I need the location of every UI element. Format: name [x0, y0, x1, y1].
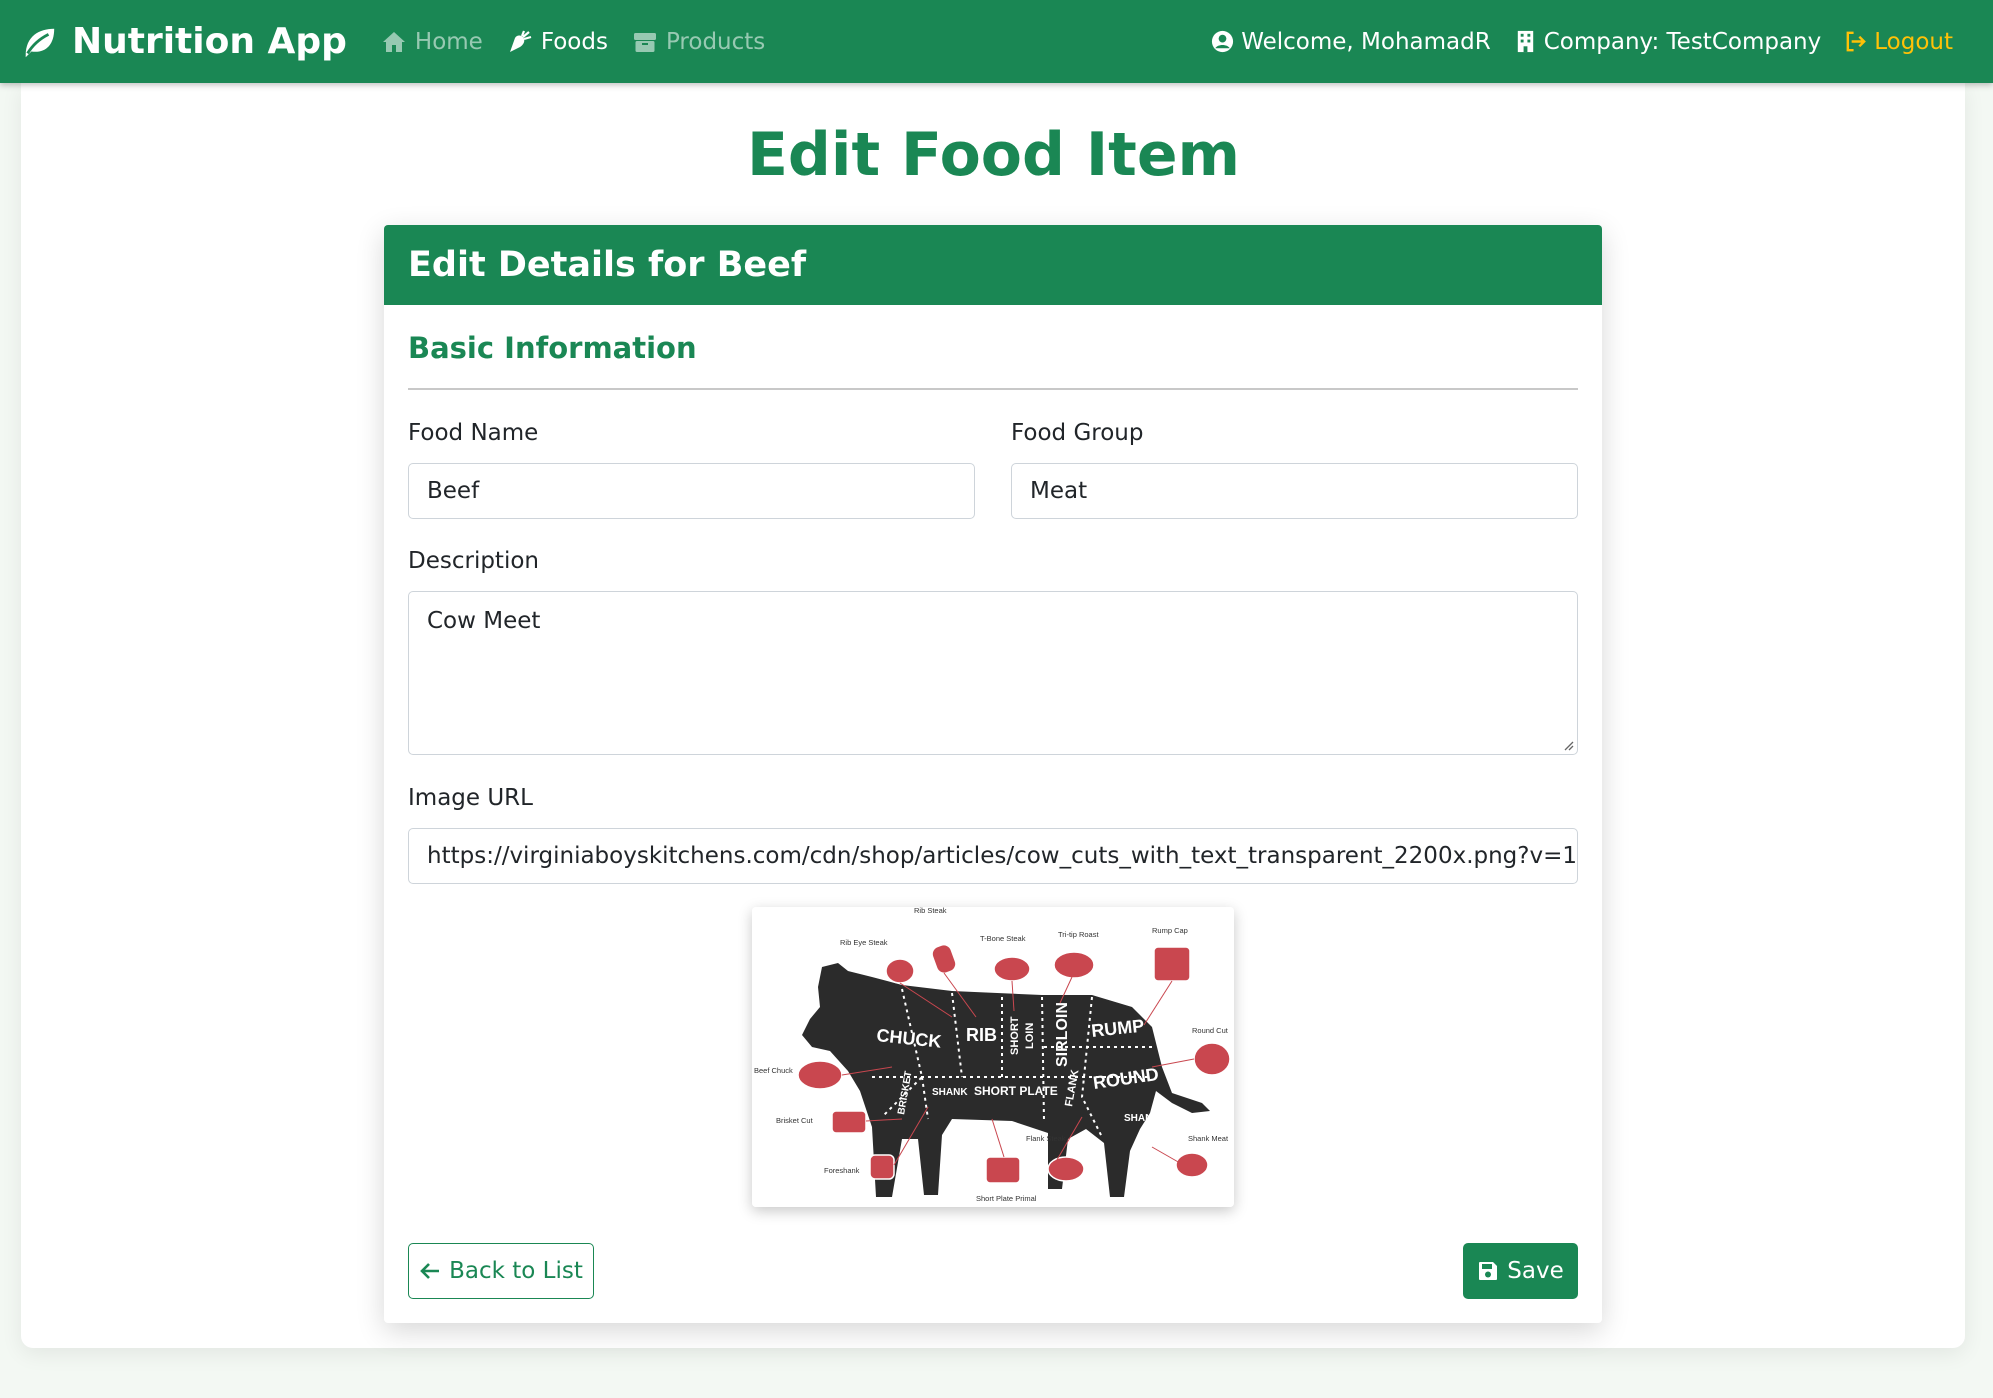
callout-beef-chuck: Beef Chuck [754, 1066, 793, 1075]
back-to-list-button[interactable]: Back to List [408, 1243, 594, 1299]
logout-link[interactable]: Logout [1843, 29, 1953, 55]
page-title: Edit Food Item [746, 120, 1241, 190]
callout-short-plate-primal: Short Plate Primal [976, 1194, 1037, 1203]
callout-foreshank: Foreshank [824, 1166, 860, 1175]
image-url-label: Image URL [408, 785, 533, 811]
food-group-label: Food Group [1011, 420, 1144, 446]
building-icon [1517, 30, 1533, 53]
callout-rib-eye-steak: Rib Eye Steak [840, 938, 888, 947]
cow-cuts-diagram: CHUCK RIB SHORT LOIN SIRLOIN RUMP ROUND … [752, 907, 1234, 1207]
welcome-user: Welcome, MohamadR [1210, 29, 1491, 55]
callout-round-cut: Round Cut [1192, 1026, 1229, 1035]
region-sirloin: SIRLOIN [1054, 1002, 1071, 1067]
food-name-input[interactable]: Beef [408, 463, 975, 519]
carrot-icon [509, 30, 532, 52]
region-rib: RIB [966, 1025, 997, 1045]
company-info: Company: TestCompany [1513, 28, 1822, 55]
save-label: Save [1507, 1258, 1564, 1284]
image-url-input[interactable]: https://virginiaboyskitchens.com/cdn/sho… [408, 828, 1578, 884]
user-circle-icon [1212, 30, 1234, 53]
brand-label: Nutrition App [72, 21, 347, 62]
callout-rib-steak: Rib Steak [914, 907, 947, 915]
callout-brisket-cut: Brisket Cut [776, 1116, 814, 1125]
home-icon [382, 31, 405, 52]
edit-form-card: Edit Details for Beef Basic Information … [384, 225, 1602, 1323]
region-short-plate: SHORT PLATE [974, 1084, 1058, 1098]
food-name-label: Food Name [408, 420, 539, 446]
box-icon [633, 32, 656, 52]
back-to-list-label: Back to List [449, 1258, 583, 1284]
logout-label: Logout [1874, 28, 1953, 55]
callout-shank-meat: Shank Meat [1188, 1134, 1229, 1143]
nav-products-label: Products [665, 28, 766, 55]
nav-foods-label: Foods [540, 28, 608, 55]
region-shank-front: SHANK [932, 1087, 968, 1098]
welcome-label: Welcome, MohamadR [1241, 28, 1491, 55]
callout-t-bone-steak: T-Bone Steak [980, 934, 1026, 943]
resize-grip-icon[interactable] [1562, 739, 1574, 751]
image-preview: CHUCK RIB SHORT LOIN SIRLOIN RUMP ROUND … [752, 907, 1234, 1207]
nav-home-label: Home [414, 28, 483, 55]
description-label: Description [408, 548, 539, 574]
nav-foods[interactable]: Foods [507, 29, 608, 55]
callout-tri-tip-roast: Tri-tip Roast [1058, 930, 1099, 939]
save-button[interactable]: Save [1463, 1243, 1578, 1299]
nav-home[interactable]: Home [381, 29, 483, 55]
region-short: SHORT [1009, 1016, 1021, 1055]
callout-flank-steak: Flank Steak [1026, 1134, 1066, 1143]
description-text: Cow Meet [427, 608, 541, 634]
description-textarea[interactable]: Cow Meet [408, 591, 1578, 755]
callout-rump-cap: Rump Cap [1152, 926, 1188, 935]
top-navbar: Nutrition App Home Foods Products Welcom… [0, 0, 1993, 83]
region-shank-back: SHANK [1124, 1113, 1160, 1124]
food-group-input[interactable]: Meat [1011, 463, 1578, 519]
brand[interactable]: Nutrition App [20, 21, 347, 62]
floppy-disk-icon [1479, 1262, 1498, 1280]
nav-products[interactable]: Products [632, 29, 765, 55]
card-header: Edit Details for Beef [384, 225, 1602, 305]
region-loin: LOIN [1024, 1023, 1036, 1049]
leaf-icon [25, 28, 55, 57]
company-label: Company: TestCompany [1543, 28, 1822, 55]
section-title: Basic Information [408, 331, 697, 365]
logout-icon [1846, 31, 1867, 52]
section-divider [408, 388, 1578, 390]
arrow-left-icon [420, 1263, 440, 1279]
